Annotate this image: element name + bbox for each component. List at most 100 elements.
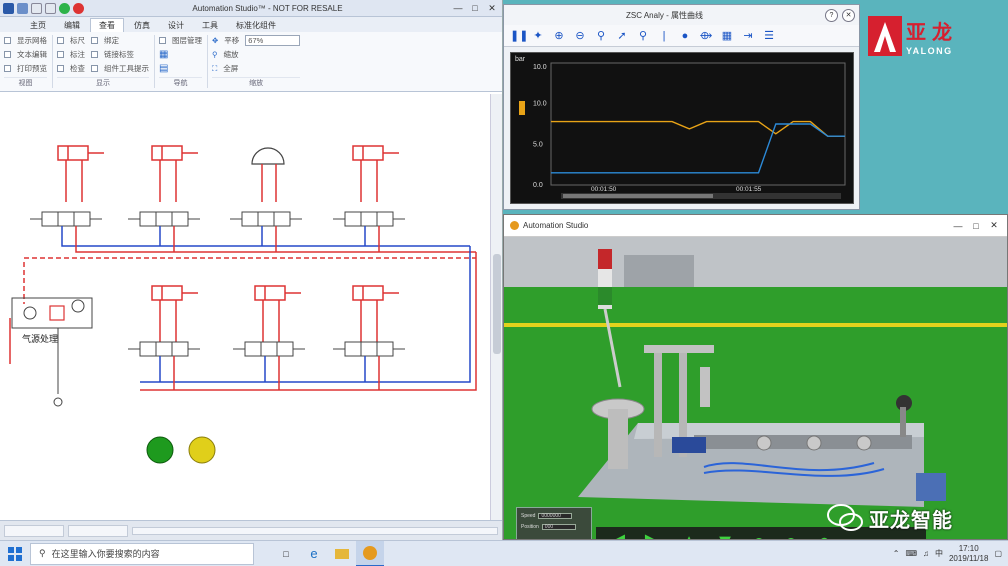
sim-titlebar: Automation Studio — □ ✕: [504, 215, 1007, 237]
file-explorer-icon[interactable]: [328, 541, 356, 566]
horizontal-scrollbar[interactable]: [132, 526, 498, 535]
3d-scene-viewport[interactable]: Speed0000000 Position000 ◀ ▶ ▲ ▼ ⊙ ⊘ ⟲: [504, 237, 1007, 539]
zoom-y-icon[interactable]: ⊖: [573, 29, 587, 43]
zoom-icon[interactable]: ⚲: [212, 50, 218, 59]
start-button[interactable]: [0, 541, 30, 566]
arrow-up-icon[interactable]: ▲: [676, 531, 702, 539]
ribbon-option[interactable]: 组件工具提示: [104, 63, 149, 74]
app-logo-icon[interactable]: [3, 2, 14, 14]
zoom-out-icon[interactable]: ⊘: [780, 532, 802, 539]
doc-tab-1[interactable]: [4, 524, 64, 537]
text-edit-checkbox[interactable]: [4, 51, 11, 58]
tab-simulation[interactable]: 仿真: [126, 19, 158, 32]
maximize-icon[interactable]: □: [969, 221, 983, 231]
ribbon-option[interactable]: 平移: [224, 35, 239, 46]
ribbon-option[interactable]: 文本编辑: [17, 49, 47, 60]
zoom-fit-icon[interactable]: ⚲: [594, 29, 608, 43]
tab-design[interactable]: 设计: [160, 19, 192, 32]
zoom-in-icon[interactable]: ⊙: [748, 532, 770, 539]
ribbon-option[interactable]: 打印预览: [17, 63, 47, 74]
position-input[interactable]: 000: [541, 524, 576, 530]
redo-icon[interactable]: [45, 2, 56, 14]
tab-home[interactable]: 主页: [22, 19, 54, 32]
arrow-right-icon[interactable]: ▶: [640, 531, 666, 539]
clock[interactable]: 17:10 2019/11/18: [949, 544, 988, 564]
ribbon-option[interactable]: 缩放: [224, 49, 239, 60]
speed-input[interactable]: 0000000: [538, 513, 573, 519]
scroll-thumb[interactable]: [493, 254, 501, 354]
network-icon[interactable]: ⌨: [905, 549, 917, 558]
check-checkbox[interactable]: [57, 65, 64, 72]
grid-icon[interactable]: ▦: [720, 29, 734, 43]
tab-tools[interactable]: 工具: [194, 19, 226, 32]
yellow-indicator-lamp: [188, 436, 216, 464]
vertical-scrollbar[interactable]: [490, 94, 502, 520]
ribbon-option[interactable]: 显示网格: [17, 35, 47, 46]
close-icon[interactable]: ✕: [987, 220, 1001, 231]
notification-icon[interactable]: ▢: [994, 549, 1002, 558]
ruler-checkbox[interactable]: [57, 37, 64, 44]
plot-area[interactable]: bar 10.0 10.0 5.0 0.0 00:01:50 00:01:55: [510, 52, 854, 204]
minimize-icon[interactable]: —: [451, 3, 465, 13]
ribbon-option[interactable]: 图层管理: [172, 35, 202, 46]
annotate-checkbox[interactable]: [57, 51, 64, 58]
cursor-a-icon[interactable]: |: [657, 29, 671, 43]
tab-edit[interactable]: 编辑: [56, 19, 88, 32]
edge-icon[interactable]: e: [300, 541, 328, 566]
close-icon[interactable]: ✕: [485, 3, 499, 14]
zoom-x-icon[interactable]: ⊕: [552, 29, 566, 43]
plot-scroll-thumb[interactable]: [563, 194, 713, 198]
pan-icon[interactable]: ✥: [212, 36, 218, 45]
pneumatic-diagram-canvas[interactable]: 气源处理: [0, 94, 490, 520]
close-icon[interactable]: ✕: [842, 8, 855, 22]
tab-view[interactable]: 查看: [90, 18, 124, 32]
cursor-b-icon[interactable]: ●: [678, 29, 692, 43]
properties-icon[interactable]: ▤: [159, 63, 168, 74]
chart-window: ZSC Analy - 属性曲线 ? ✕ ❚❚ ✦ ⊕ ⊖ ⚲ ➚ ⚲ | ● …: [503, 4, 860, 210]
task-view-icon[interactable]: □: [272, 541, 300, 566]
ime-indicator[interactable]: 中: [935, 548, 943, 559]
automation-studio-taskbar-icon[interactable]: [356, 540, 384, 566]
ribbon-option[interactable]: 绑定: [104, 35, 119, 46]
undo-icon[interactable]: [31, 2, 42, 14]
cursor-icon[interactable]: ✦: [531, 29, 545, 43]
measure-icon[interactable]: ⚲: [636, 29, 650, 43]
layer-checkbox[interactable]: [159, 37, 166, 44]
maximize-icon[interactable]: □: [468, 3, 482, 13]
valve-3: [229, 211, 303, 227]
ribbon-option[interactable]: 检查: [70, 63, 85, 74]
grid-checkbox[interactable]: [4, 37, 11, 44]
arrow-down-icon[interactable]: ▼: [712, 531, 738, 539]
doc-tab-2[interactable]: [68, 524, 128, 537]
volume-icon[interactable]: ♫: [923, 549, 929, 558]
link-label-checkbox[interactable]: [91, 51, 98, 58]
valve-7: [332, 341, 406, 357]
ribbon-option[interactable]: 标尺: [70, 35, 85, 46]
properties-icon[interactable]: ☰: [762, 29, 776, 43]
ribbon-option[interactable]: 全屏: [223, 63, 238, 74]
stop-icon[interactable]: [73, 2, 84, 14]
layers-icon[interactable]: ▦: [159, 49, 168, 60]
export-icon[interactable]: ⇥: [741, 29, 755, 43]
fullscreen-icon[interactable]: ⛶: [212, 64, 217, 74]
preview-checkbox[interactable]: [4, 65, 11, 72]
tooltip-checkbox[interactable]: [91, 65, 98, 72]
pneumatic-schematic: 气源处理: [9, 145, 477, 464]
help-icon[interactable]: ?: [825, 8, 838, 22]
ribbon-option[interactable]: 链接标签: [104, 49, 134, 60]
search-placeholder: 在这里输入你要搜索的内容: [51, 549, 160, 559]
tab-components[interactable]: 标准化组件: [228, 19, 284, 32]
simulate-icon[interactable]: [59, 2, 70, 14]
bind-checkbox[interactable]: [91, 37, 98, 44]
zoom-select[interactable]: 67%: [245, 35, 301, 46]
tray-chevron-icon[interactable]: ⌃: [893, 549, 900, 558]
marker-icon[interactable]: ➚: [615, 29, 629, 43]
arrow-left-icon[interactable]: ◀: [604, 531, 630, 539]
save-icon[interactable]: [17, 2, 28, 14]
minimize-icon[interactable]: —: [951, 221, 965, 231]
plot-icon[interactable]: ⟴: [699, 29, 713, 43]
pause-icon[interactable]: ❚❚: [510, 29, 528, 43]
taskbar-search[interactable]: ⚲ 在这里输入你要搜索的内容: [30, 542, 254, 565]
panel-label: Position: [521, 524, 539, 530]
ribbon-option[interactable]: 标注: [70, 49, 85, 60]
